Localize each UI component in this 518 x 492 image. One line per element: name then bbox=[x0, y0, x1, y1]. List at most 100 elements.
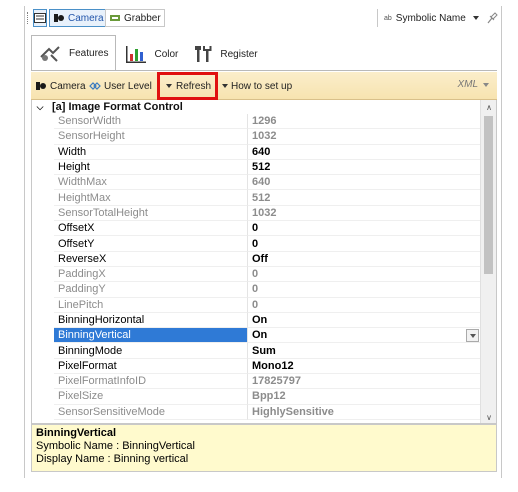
grid-camera-label: Camera bbox=[50, 80, 86, 92]
property-row[interactable]: HeightMax 512 bbox=[32, 190, 481, 206]
property-row[interactable]: BinningHorizontal On bbox=[32, 312, 481, 329]
property-row[interactable]: BinningMode Sum bbox=[32, 343, 481, 359]
property-row[interactable]: SensorTotalHeight 1032 bbox=[32, 205, 481, 222]
tab-color-label: Color bbox=[154, 48, 179, 60]
symbolic-name-label: Symbolic Name bbox=[395, 12, 466, 24]
property-value: 1296 bbox=[248, 114, 481, 130]
property-row[interactable]: Height 512 bbox=[32, 159, 481, 176]
property-name: BinningMode bbox=[54, 343, 248, 359]
xml-dropdown-icon bbox=[483, 82, 489, 87]
refresh-button[interactable]: Refresh bbox=[157, 72, 218, 100]
pin-icon[interactable] bbox=[486, 11, 498, 25]
property-value: Bpp12 bbox=[248, 389, 481, 405]
tab-register-label: Register bbox=[220, 48, 258, 60]
camera-icon bbox=[36, 82, 46, 90]
scroll-up-icon[interactable]: ∧ bbox=[481, 100, 496, 114]
property-name: PixelFormatInfoID bbox=[54, 374, 248, 390]
property-row[interactable]: PaddingX 0 bbox=[32, 266, 481, 283]
top-toolbar: Camera Grabber ab Symbolic Name bbox=[25, 6, 503, 30]
property-value[interactable]: Sum bbox=[248, 343, 481, 359]
property-row[interactable]: OffsetY 0 bbox=[32, 236, 481, 252]
property-name: PaddingX bbox=[54, 266, 248, 283]
camera-button[interactable]: Camera bbox=[49, 9, 108, 27]
property-grid: ⌵ [a] Image Format Control SensorWidth 12… bbox=[31, 100, 497, 424]
camera-icon bbox=[54, 14, 64, 22]
property-row[interactable]: SensorSensitiveMode HighlySensitive bbox=[32, 404, 481, 420]
tab-features-label: Features bbox=[69, 47, 109, 59]
grid-toolbar: Camera User Level Refresh How to set up … bbox=[31, 72, 497, 100]
vertical-scrollbar[interactable]: ∧ ∨ bbox=[480, 100, 496, 423]
how-to-setup-button[interactable]: How to set up bbox=[222, 78, 292, 94]
grabber-button-label: Grabber bbox=[124, 12, 161, 24]
grabber-button[interactable]: Grabber bbox=[105, 9, 165, 27]
xml-label: XML bbox=[457, 79, 478, 90]
property-value: 640 bbox=[248, 175, 481, 191]
property-row[interactable]: PixelSize Bpp12 bbox=[32, 389, 481, 405]
property-name: Width bbox=[54, 144, 248, 160]
property-row[interactable]: WidthMax 640 bbox=[32, 175, 481, 191]
xml-button[interactable]: XML bbox=[457, 79, 489, 90]
property-name: SensorTotalHeight bbox=[54, 205, 248, 222]
property-row[interactable]: SensorHeight 1032 bbox=[32, 129, 481, 145]
toolbar-grip[interactable] bbox=[27, 12, 30, 24]
property-name: WidthMax bbox=[54, 175, 248, 191]
category-header[interactable]: ⌵ [a] Image Format Control bbox=[32, 100, 481, 114]
property-name: OffsetX bbox=[54, 221, 248, 237]
property-value[interactable]: On bbox=[248, 328, 481, 344]
property-row[interactable]: Width 640 bbox=[32, 144, 481, 160]
property-row[interactable]: BinningVertical On bbox=[32, 328, 481, 344]
property-name: SensorWidth bbox=[54, 114, 248, 130]
property-name: ReverseX bbox=[54, 251, 248, 267]
property-name: LinePitch bbox=[54, 297, 248, 313]
scroll-down-icon[interactable]: ∨ bbox=[481, 410, 496, 423]
tab-register[interactable]: Register bbox=[186, 38, 265, 70]
tab-bar: Features Color Register bbox=[31, 34, 266, 70]
camera-button-label: Camera bbox=[68, 12, 104, 24]
collapse-chevron-icon[interactable]: ⌵ bbox=[32, 102, 48, 113]
description-symbolic-name: Symbolic Name : BinningVertical bbox=[36, 440, 195, 452]
value-dropdown-button[interactable] bbox=[466, 329, 479, 343]
property-name: OffsetY bbox=[54, 236, 248, 252]
property-value: 0 bbox=[248, 282, 481, 298]
property-value[interactable]: Mono12 bbox=[248, 359, 481, 375]
property-value[interactable]: Off bbox=[248, 252, 481, 267]
user-level-button[interactable]: User Level bbox=[89, 78, 152, 94]
property-name: Height bbox=[54, 159, 248, 176]
description-title: BinningVertical bbox=[36, 427, 117, 439]
property-name: BinningVertical bbox=[54, 328, 248, 344]
property-row[interactable]: PixelFormat Mono12 bbox=[32, 358, 481, 375]
property-value[interactable]: On bbox=[248, 313, 481, 329]
symbolic-name-dropdown[interactable]: ab Symbolic Name bbox=[377, 9, 479, 27]
property-name: SensorSensitiveMode bbox=[54, 404, 248, 420]
property-row[interactable]: PixelFormatInfoID 17825797 bbox=[32, 374, 481, 390]
description-display-name: Display Name : Binning vertical bbox=[36, 453, 189, 465]
feature-tree-panel: Camera Grabber ab Symbolic Name Features… bbox=[24, 6, 502, 478]
refresh-dropdown-icon bbox=[166, 84, 172, 88]
property-rows: SensorWidth 1296 SensorHeight 1032 Width 640 H… bbox=[32, 114, 481, 420]
property-value: 1032 bbox=[248, 206, 481, 222]
property-value[interactable]: 0 bbox=[248, 221, 481, 237]
property-value: 17825797 bbox=[248, 374, 481, 390]
scroll-thumb[interactable] bbox=[484, 116, 493, 274]
property-value: 0 bbox=[248, 298, 481, 313]
tab-color[interactable]: Color bbox=[116, 38, 186, 70]
property-name: PixelFormat bbox=[54, 358, 248, 375]
property-value[interactable]: 0 bbox=[248, 236, 481, 252]
property-value[interactable]: 512 bbox=[248, 160, 481, 176]
tab-features[interactable]: Features bbox=[31, 35, 117, 70]
property-row[interactable]: PaddingY 0 bbox=[32, 282, 481, 298]
property-row[interactable]: SensorWidth 1296 bbox=[32, 114, 481, 130]
tab-divider bbox=[31, 70, 497, 71]
property-value: HighlySensitive bbox=[248, 405, 481, 420]
category-title: [a] Image Format Control bbox=[52, 101, 183, 113]
how-to-label: How to set up bbox=[231, 80, 293, 92]
grid-camera-button[interactable]: Camera bbox=[35, 78, 86, 94]
property-row[interactable]: LinePitch 0 bbox=[32, 297, 481, 313]
property-value[interactable]: 640 bbox=[248, 145, 481, 160]
register-tools-icon bbox=[195, 46, 212, 62]
property-row[interactable]: OffsetX 0 bbox=[32, 221, 481, 237]
properties-view-button[interactable] bbox=[33, 9, 47, 27]
property-row[interactable]: ReverseX Off bbox=[32, 251, 481, 267]
refresh-label: Refresh bbox=[176, 80, 212, 92]
how-to-dropdown-icon bbox=[222, 84, 228, 88]
